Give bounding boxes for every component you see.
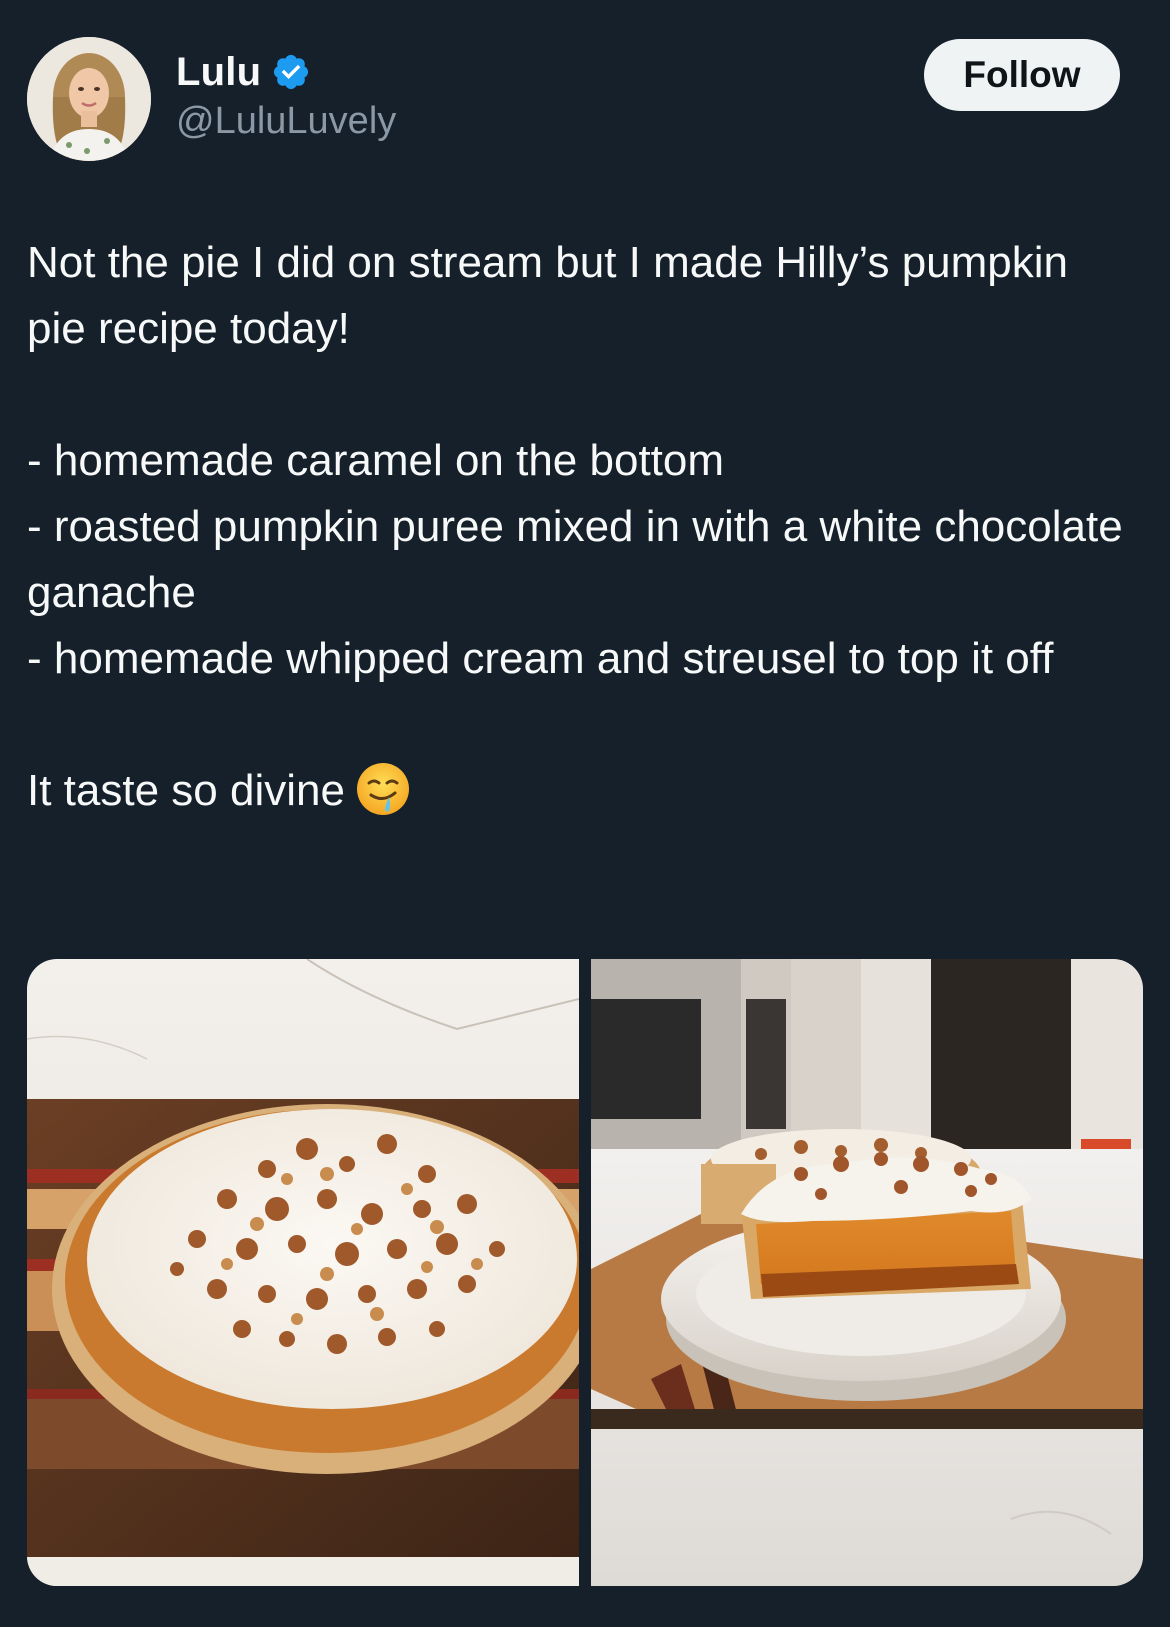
author-handle[interactable]: @LuluLuvely (176, 100, 396, 143)
tweet-text: Not the pie I did on stream but I made H… (27, 230, 1137, 824)
tweet-bullet-caramel: - homemade caramel on the bottom (27, 436, 725, 485)
avatar[interactable] (27, 37, 151, 161)
tweet-paragraph-intro: Not the pie I did on stream but I made H… (27, 238, 1069, 353)
tweet-bullet-whipped-cream: - homemade whipped cream and streusel to… (27, 634, 1054, 683)
verified-badge-icon (271, 52, 311, 92)
tweet-closing-text: It taste so divine (27, 766, 345, 815)
tweet-closing-line: It taste so divine (27, 758, 1137, 824)
pumpkin-pie-whole-photo[interactable] (27, 959, 579, 1586)
drooling-face-icon (355, 761, 411, 817)
display-name[interactable]: Lulu (176, 50, 261, 95)
tweet-bullet-pumpkin: - roasted pumpkin puree mixed in with a … (27, 502, 1123, 617)
pumpkin-pie-slice-photo[interactable] (591, 959, 1143, 1586)
follow-button[interactable]: Follow (924, 39, 1120, 111)
tweet-card: Lulu @LuluLuvely Follow Not the pie I di… (0, 0, 1170, 1627)
author-name-row[interactable]: Lulu (176, 48, 311, 96)
media-grid[interactable] (27, 959, 1143, 1586)
